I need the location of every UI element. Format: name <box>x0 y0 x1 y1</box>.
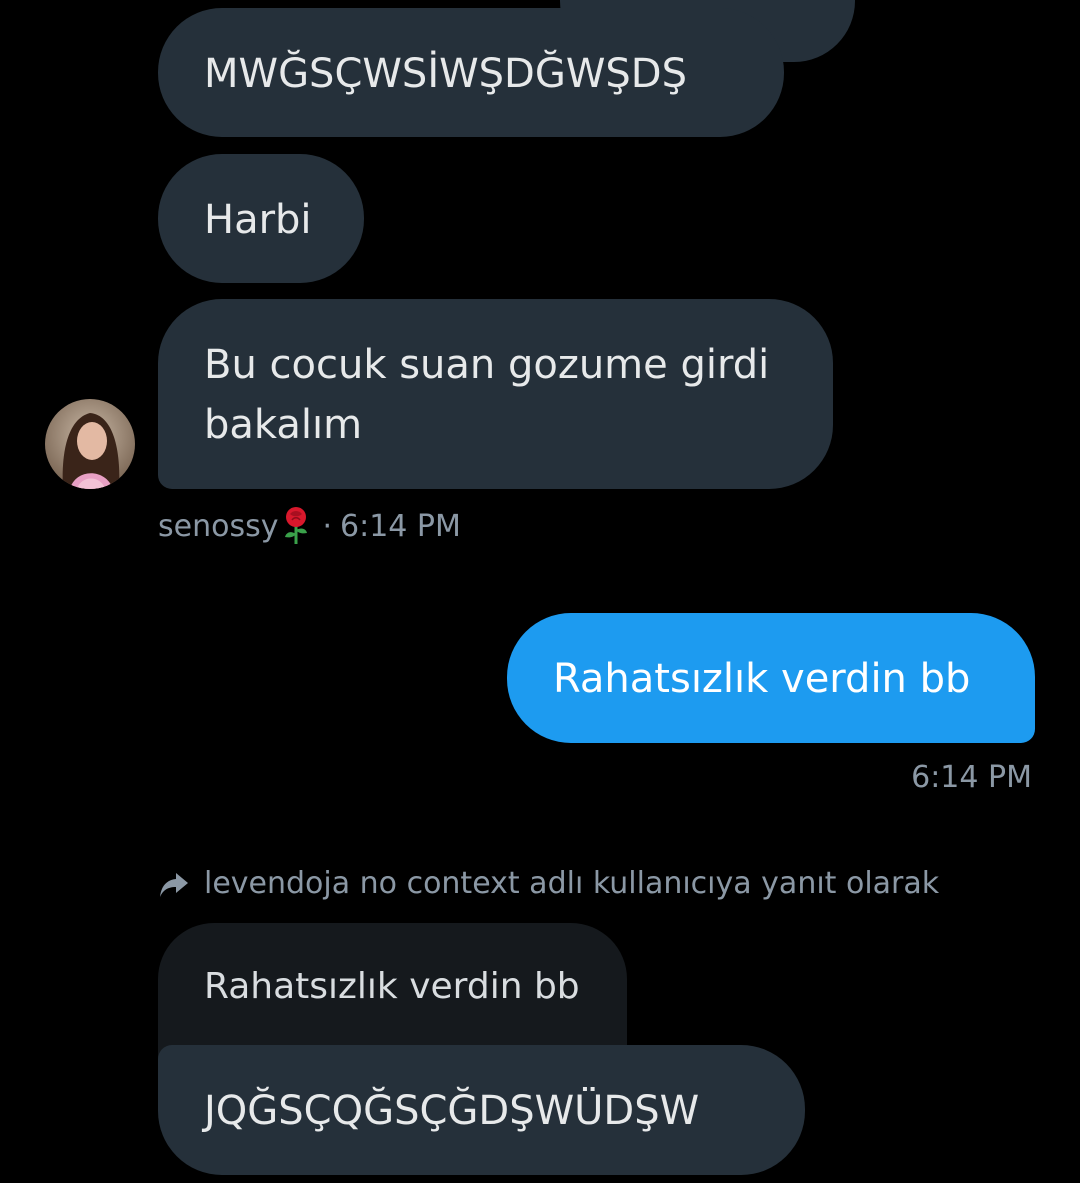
received-message-bubble[interactable]: JQĞSÇQĞSÇĞDŞWÜDŞW <box>158 1045 805 1175</box>
received-message-bubble[interactable]: Harbi <box>158 154 364 283</box>
reply-context-text: levendoja no context adlı kullanıcıya ya… <box>204 866 940 901</box>
avatar[interactable] <box>45 399 135 489</box>
sent-message-timestamp: 6:14 PM <box>911 760 1032 795</box>
meta-separator: · <box>322 508 333 544</box>
received-message-bubble[interactable]: MWĞSÇWSİWŞDĞWŞDŞ <box>158 8 784 137</box>
message-text: Harbi <box>204 197 312 243</box>
message-meta: senossy · 6:14 PM <box>158 506 461 546</box>
message-text: Rahatsızlık verdin bb <box>553 656 971 702</box>
rose-icon <box>280 506 312 546</box>
message-text: JQĞSÇQĞSÇĞDŞWÜDŞW <box>204 1088 700 1134</box>
sent-message-bubble[interactable]: Rahatsızlık verdin bb <box>507 613 1035 743</box>
quoted-message-text: Rahatsızlık verdin bb <box>204 966 580 1007</box>
reply-arrow-icon <box>158 868 190 900</box>
message-text: MWĞSÇWSİWŞDĞWŞDŞ <box>204 51 687 97</box>
reply-context: levendoja no context adlı kullanıcıya ya… <box>158 866 939 901</box>
message-text-line: Bu cocuk suan gozume girdi <box>204 342 770 388</box>
message-timestamp: 6:14 PM <box>340 508 461 544</box>
message-text-line: bakalım <box>204 402 363 448</box>
avatar-photo <box>45 399 135 489</box>
received-message-bubble[interactable]: Bu cocuk suan gozume girdi bakalım <box>158 299 833 489</box>
sender-username[interactable]: senossy <box>158 509 278 544</box>
